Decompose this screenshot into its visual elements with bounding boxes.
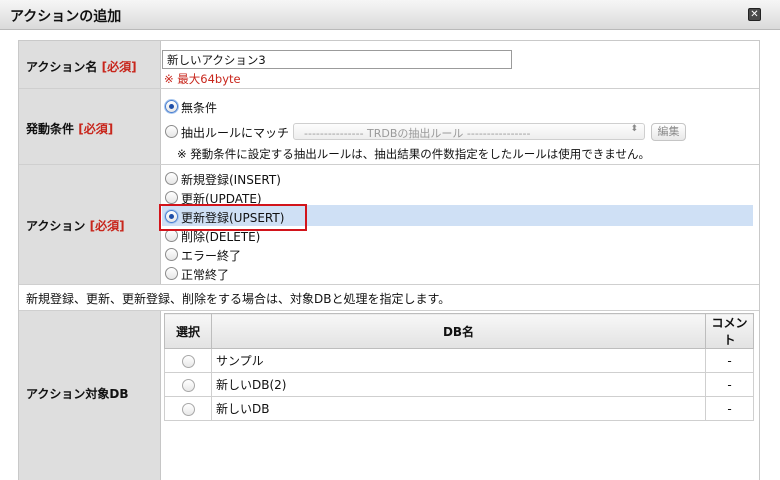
target-db-label-cell: アクション対象DB (19, 311, 161, 480)
action-name-input[interactable] (162, 50, 512, 69)
target-db-table: 選択 DB名 コメント サンプル - 新しいDB(2) - 新しいDB - (164, 313, 754, 421)
action-insert-label[interactable]: 新規登録(INSERT) (181, 171, 281, 188)
table-row[interactable]: 新しいDB(2) - (164, 372, 754, 397)
table-row[interactable]: 新しいDB - (164, 396, 754, 421)
column-header-db-name: DB名 (211, 313, 706, 349)
row-select-cell (164, 372, 212, 397)
table-header-row: 選択 DB名 コメント (164, 313, 754, 349)
db-comment-cell: - (705, 348, 754, 373)
row-select-cell (164, 396, 212, 421)
action-label-text: アクション (26, 219, 86, 233)
action-normal-end-label[interactable]: 正常終了 (181, 266, 229, 283)
column-header-select: 選択 (164, 313, 212, 349)
action-insert-radio[interactable] (165, 172, 178, 185)
db-select-radio[interactable] (181, 402, 195, 416)
action-name-label: アクション名 [必須] (26, 58, 137, 75)
trigger-unconditional-label[interactable]: 無条件 (181, 99, 217, 116)
db-name-cell: 新しいDB (211, 396, 706, 421)
select-arrows-icon: ⬍ (630, 124, 638, 134)
trigger-label-cell: 発動条件 [必須] (19, 89, 161, 164)
dialog-header: アクションの追加 ✕ (0, 0, 780, 30)
target-note-row: 新規登録、更新、更新登録、削除をする場合は、対象DBと処理を指定します。 (19, 285, 759, 311)
db-select-radio[interactable] (181, 378, 195, 392)
column-header-comment: コメント (705, 313, 754, 349)
target-db-label: アクション対象DB (26, 387, 129, 401)
table-row[interactable]: サンプル - (164, 348, 754, 373)
action-error-end-label[interactable]: エラー終了 (181, 247, 241, 264)
edit-button[interactable]: 編集 (651, 123, 686, 141)
required-badge: [必須] (101, 60, 137, 74)
action-name-row: アクション名 [必須] ※ 最大64byte (19, 41, 759, 89)
db-comment-cell: - (705, 372, 754, 397)
trigger-rule-match-label[interactable]: 抽出ルールにマッチ (181, 124, 289, 141)
action-normal-end-radio[interactable] (165, 267, 178, 280)
action-name-hint: ※ 最大64byte (164, 72, 241, 86)
action-label-cell: アクション [必須] (19, 165, 161, 284)
required-badge: [必須] (78, 122, 114, 136)
trigger-note: ※ 発動条件に設定する抽出ルールは、抽出結果の件数指定をしたルールは使用できませ… (177, 147, 650, 161)
db-select-radio[interactable] (181, 354, 195, 368)
action-form: アクション名 [必須] ※ 最大64byte 発動条件 [必須] 無条件 抽出ル… (18, 40, 760, 480)
db-comment-cell: - (705, 396, 754, 421)
target-note: 新規登録、更新、更新登録、削除をする場合は、対象DBと処理を指定します。 (26, 292, 451, 306)
extract-rule-select-value: --------------- TRDBの抽出ルール -------------… (304, 127, 531, 140)
trigger-rule-match-radio[interactable] (165, 125, 178, 138)
trigger-label-text: 発動条件 (26, 122, 75, 136)
dialog-title: アクションの追加 (10, 9, 122, 25)
action-name-label-text: アクション名 (26, 60, 98, 74)
action-update-radio[interactable] (165, 191, 178, 204)
trigger-unconditional-radio[interactable] (165, 100, 178, 113)
action-label: アクション [必須] (26, 217, 125, 234)
row-select-cell (164, 348, 212, 373)
db-name-cell: 新しいDB(2) (211, 372, 706, 397)
trigger-label: 発動条件 [必須] (26, 120, 113, 137)
close-icon[interactable]: ✕ (748, 8, 761, 21)
required-badge: [必須] (89, 219, 125, 233)
action-name-label-cell: アクション名 [必須] (19, 41, 161, 88)
action-error-end-radio[interactable] (165, 248, 178, 261)
db-name-cell: サンプル (211, 348, 706, 373)
extract-rule-select[interactable]: --------------- TRDBの抽出ルール -------------… (293, 123, 645, 140)
annotation-highlight-box (159, 204, 307, 231)
